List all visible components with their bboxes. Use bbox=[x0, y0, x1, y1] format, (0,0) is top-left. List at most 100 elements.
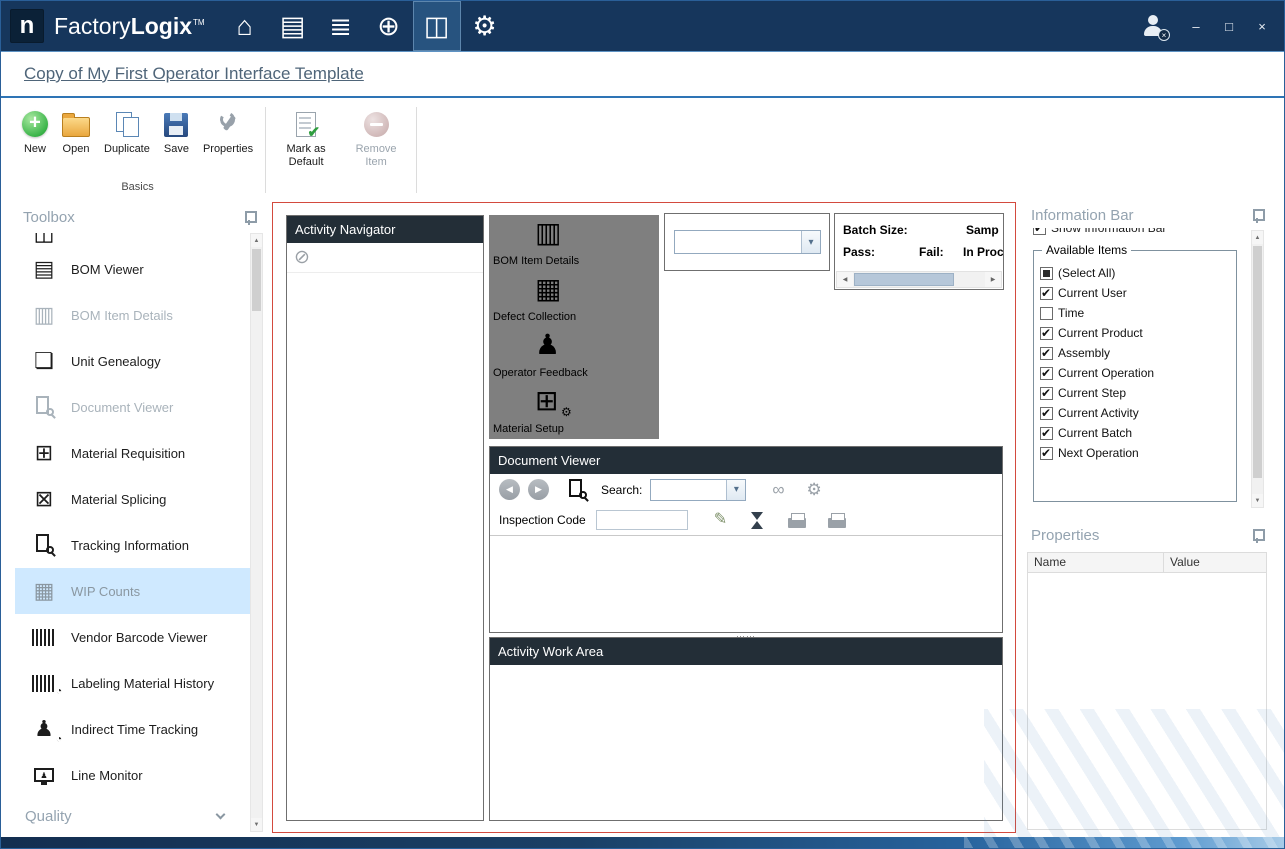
sign-pen-icon[interactable]: ✎ bbox=[714, 512, 727, 528]
toolbox-item-wip-counts[interactable]: ▦ WIP Counts bbox=[15, 568, 250, 614]
scroll-up-icon[interactable]: ▲ bbox=[1252, 231, 1263, 244]
compass-icon[interactable]: ⊕ bbox=[365, 1, 413, 51]
checkbox[interactable] bbox=[1040, 307, 1053, 320]
activity-navigator-toolbar: ⊘ bbox=[287, 243, 483, 273]
scroll-right-icon[interactable]: ▶ bbox=[985, 272, 1001, 287]
activity-navigator-panel[interactable]: Activity Navigator ⊘ bbox=[286, 215, 484, 821]
toolbox-item-unit-genealogy[interactable]: ❏ Unit Genealogy bbox=[15, 338, 250, 384]
checkbox[interactable] bbox=[1040, 427, 1053, 440]
designer-canvas[interactable]: Activity Navigator ⊘ ▥ BOM Item Details … bbox=[272, 202, 1016, 833]
new-button[interactable]: New bbox=[15, 107, 55, 178]
scroll-down-icon[interactable]: ▼ bbox=[251, 818, 262, 831]
home-icon[interactable]: ⌂ bbox=[221, 1, 269, 51]
toolbox-scrollbar[interactable]: ▲ ▼ bbox=[250, 233, 263, 832]
duplicate-button[interactable]: Duplicate bbox=[97, 107, 157, 178]
print-alt-icon[interactable] bbox=[828, 513, 846, 528]
information-bar-scrollbar[interactable]: ▲ ▼ bbox=[1251, 230, 1264, 508]
toolbox-item-tracking-information[interactable]: Tracking Information bbox=[15, 522, 250, 568]
toolbox-item-vendor-barcode-viewer[interactable]: Vendor Barcode Viewer bbox=[15, 614, 250, 660]
forward-icon[interactable]: ▶ bbox=[528, 479, 549, 500]
settings-gear-icon[interactable]: ⚙ bbox=[461, 1, 509, 51]
chevron-down-icon bbox=[216, 809, 226, 819]
save-button[interactable]: Save bbox=[157, 107, 196, 178]
scroll-down-icon[interactable]: ▼ bbox=[1252, 494, 1263, 507]
pin-icon[interactable] bbox=[1251, 208, 1263, 223]
info-item-current-operation[interactable]: Current Operation bbox=[1040, 363, 1232, 383]
palette-item-operator-feedback[interactable]: ♟ Operator Feedback bbox=[489, 327, 659, 383]
toolbox-item-bom-item-details[interactable]: ▥ BOM Item Details bbox=[15, 292, 250, 338]
palette-item-bom-item-details[interactable]: ▥ BOM Item Details bbox=[489, 215, 659, 271]
gear-icon[interactable]: ⚙ bbox=[806, 481, 821, 498]
palette-item-defect-collection[interactable]: ▦ Defect Collection bbox=[489, 271, 659, 327]
scroll-up-icon[interactable]: ▲ bbox=[251, 234, 262, 247]
checkbox[interactable] bbox=[1040, 407, 1053, 420]
document-viewer-toolbar: ◀ ▶ Search: ▾ ∞ ⚙ bbox=[490, 474, 1002, 505]
document-title[interactable]: Copy of My First Operator Interface Temp… bbox=[24, 64, 364, 84]
data-stack-icon[interactable]: ≣ bbox=[317, 1, 365, 51]
toolbox-item-line-monitor[interactable]: ♟ Line Monitor bbox=[15, 752, 250, 798]
hourglass-icon[interactable] bbox=[751, 512, 764, 529]
checkbox[interactable] bbox=[1040, 287, 1053, 300]
toolbox-item-label: Document Viewer bbox=[71, 400, 173, 415]
scrollbar-thumb[interactable] bbox=[1253, 246, 1262, 478]
inspection-code-input[interactable] bbox=[596, 510, 688, 530]
pin-icon[interactable] bbox=[243, 210, 255, 225]
toolbox-section-quality[interactable]: Quality bbox=[15, 800, 250, 832]
batch-hscrollbar[interactable]: ◀ ▶ bbox=[836, 271, 1002, 288]
print-icon[interactable] bbox=[788, 513, 806, 528]
batch-info-panel[interactable]: Batch Size: Samp Pass: Fail: In Proc ◀ ▶ bbox=[834, 213, 1004, 290]
info-item-current-activity[interactable]: Current Activity bbox=[1040, 403, 1232, 423]
info-item-current-batch[interactable]: Current Batch bbox=[1040, 423, 1232, 443]
pin-icon[interactable] bbox=[1251, 528, 1263, 543]
checkbox[interactable] bbox=[1040, 347, 1053, 360]
dropdown-arrow-icon[interactable]: ▾ bbox=[801, 231, 820, 253]
info-item-current-step[interactable]: Current Step bbox=[1040, 383, 1232, 403]
checkbox[interactable] bbox=[1040, 447, 1053, 460]
document-search-icon[interactable] bbox=[567, 479, 587, 501]
info-item-time[interactable]: Time bbox=[1040, 303, 1232, 323]
show-information-bar-row[interactable]: Show Information Bar bbox=[1033, 228, 1271, 241]
properties-button[interactable]: Properties bbox=[196, 107, 260, 178]
toolbox-item-bom-viewer[interactable]: ▤ BOM Viewer bbox=[15, 246, 250, 292]
search-combobox[interactable]: ▾ bbox=[650, 479, 746, 501]
toolbox-item-document-viewer[interactable]: Document Viewer bbox=[15, 384, 250, 430]
toolbox-item-material-splicing[interactable]: ⊠ Material Splicing bbox=[15, 476, 250, 522]
scrollbar-thumb[interactable] bbox=[252, 249, 261, 311]
user-account-icon[interactable]: × bbox=[1141, 14, 1165, 38]
dropdown-arrow-icon[interactable]: ▾ bbox=[726, 480, 745, 500]
info-item-current-product[interactable]: Current Product bbox=[1040, 323, 1232, 343]
maximize-button[interactable]: □ bbox=[1221, 19, 1237, 34]
templates-icon[interactable]: ▤ bbox=[269, 1, 317, 51]
back-icon[interactable]: ◀ bbox=[499, 479, 520, 500]
binoculars-icon[interactable]: ∞ bbox=[772, 481, 784, 498]
interface-designer-icon[interactable]: ◫ bbox=[413, 1, 461, 51]
checkbox[interactable] bbox=[1040, 327, 1053, 340]
toolbox-item-indirect-time-tracking[interactable]: ♟◔ Indirect Time Tracking bbox=[15, 706, 250, 752]
widget-combobox[interactable]: ▾ bbox=[674, 230, 821, 254]
dropdown-widget-panel[interactable]: ▾ bbox=[664, 213, 830, 271]
open-button[interactable]: Open bbox=[55, 107, 97, 178]
close-button[interactable]: × bbox=[1254, 19, 1270, 34]
column-header-value[interactable]: Value bbox=[1164, 553, 1266, 572]
column-header-name[interactable]: Name bbox=[1028, 553, 1164, 572]
checkbox[interactable] bbox=[1040, 367, 1053, 380]
edit-disabled-icon[interactable]: ⊘ bbox=[294, 246, 310, 269]
remove-item-button[interactable]: Remove Item bbox=[341, 107, 411, 190]
minimize-button[interactable]: – bbox=[1188, 19, 1204, 34]
activity-palette[interactable]: ▥ BOM Item Details ▦ Defect Collection ♟… bbox=[489, 215, 659, 439]
document-viewer-panel[interactable]: Document Viewer ◀ ▶ Search: ▾ ∞ ⚙ Inspec… bbox=[489, 446, 1003, 633]
info-item-current-user[interactable]: Current User bbox=[1040, 283, 1232, 303]
info-item-assembly[interactable]: Assembly bbox=[1040, 343, 1232, 363]
show-information-bar-checkbox[interactable] bbox=[1033, 228, 1046, 235]
toolbox-item-material-requisition[interactable]: ⊞ Material Requisition bbox=[15, 430, 250, 476]
toolbox-item-labeling-material-history[interactable]: ◔ Labeling Material History bbox=[15, 660, 250, 706]
scroll-left-icon[interactable]: ◀ bbox=[837, 272, 853, 287]
hscrollbar-thumb[interactable] bbox=[854, 273, 954, 286]
activity-work-area-panel[interactable]: Activity Work Area bbox=[489, 637, 1003, 821]
palette-item-material-setup[interactable]: ⊞ ⚙ Material Setup bbox=[489, 383, 659, 439]
info-item-select-all[interactable]: (Select All) bbox=[1040, 263, 1232, 283]
mark-as-default-button[interactable]: Mark as Default bbox=[271, 107, 341, 190]
checkbox[interactable] bbox=[1040, 387, 1053, 400]
info-item-next-operation[interactable]: Next Operation bbox=[1040, 443, 1232, 463]
checkbox[interactable] bbox=[1040, 267, 1053, 280]
